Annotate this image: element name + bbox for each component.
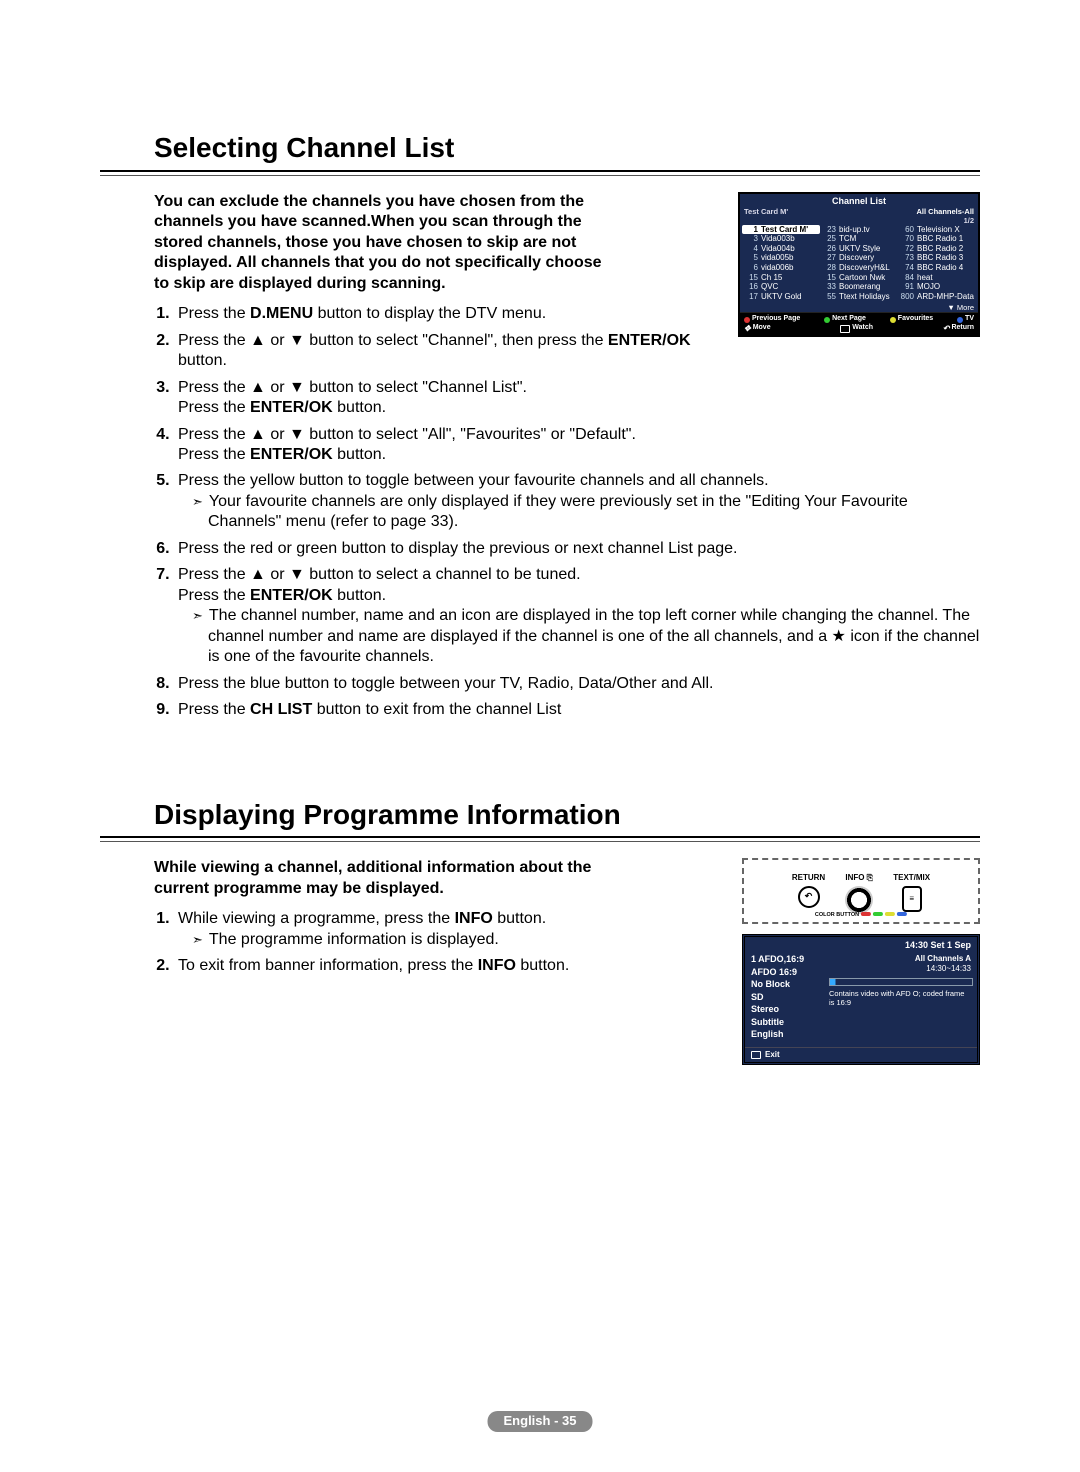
- step-7-note: The channel number, name and an icon are…: [194, 606, 980, 667]
- channel-row: 15Ch 15: [742, 273, 820, 283]
- rule-2: [100, 836, 980, 842]
- section1-intro: You can exclude the channels you have ch…: [154, 192, 604, 294]
- remote-diagram: RETURN ↶ INFO ⎘ TEXT/MIX ≡ COLOR BUTTON: [742, 858, 980, 923]
- channel-list-osd: Channel List Test Card M' All Channels-A…: [738, 192, 980, 338]
- section-title-2: Displaying Programme Information: [154, 797, 980, 833]
- rule: [100, 170, 980, 176]
- channel-row: 74BBC Radio 4: [898, 263, 976, 273]
- info-time: 14:30 Set 1 Sep: [745, 937, 977, 955]
- remote-textmix-label: TEXT/MIX: [893, 873, 930, 883]
- return-icon: ↶: [798, 886, 820, 908]
- channel-row: 800ARD-MHP-Data: [898, 292, 976, 302]
- channel-row: 70BBC Radio 1: [898, 234, 976, 244]
- osd-subleft: Test Card M': [744, 207, 788, 216]
- osd-more: ▼ More: [740, 303, 978, 312]
- channel-row: 60Television X: [898, 225, 976, 235]
- osd-subright: All Channels-All: [916, 207, 974, 216]
- info-desc: Contains video with AFD O; coded frame i…: [829, 989, 971, 1008]
- section2-intro: While viewing a channel, additional info…: [154, 858, 604, 899]
- channel-row: 27Discovery: [820, 253, 898, 263]
- channel-row: 84heat: [898, 273, 976, 283]
- osd-columns: 1Test Card M'3Vida003b4Vida004b5vida005b…: [740, 225, 978, 304]
- info-exit: Exit: [745, 1047, 977, 1062]
- step-7: Press the ▲ or ▼ button to select a chan…: [174, 565, 980, 667]
- channel-row: 16QVC: [742, 282, 820, 292]
- info-left-line: Subtitle: [751, 1017, 821, 1029]
- channel-row: 28DiscoveryH&L: [820, 263, 898, 273]
- channel-row: 15Cartoon Nwk: [820, 273, 898, 283]
- channel-row: 3Vida003b: [742, 234, 820, 244]
- nav-icon: [845, 886, 873, 914]
- channel-row: 25TCM: [820, 234, 898, 244]
- channel-row: 6vida006b: [742, 263, 820, 273]
- osd-title: Channel List: [740, 194, 978, 207]
- info-left-line: SD: [751, 992, 821, 1004]
- info-left-line: 1 AFDO,16:9: [751, 954, 821, 966]
- channel-row: 72BBC Radio 2: [898, 244, 976, 254]
- page-footer: English - 35: [488, 1411, 593, 1432]
- channel-row: 91MOJO: [898, 282, 976, 292]
- step-3: Press the ▲ or ▼ button to select "Chann…: [174, 378, 980, 419]
- channel-row: 5vida005b: [742, 253, 820, 263]
- channel-row: 55Ttext Holidays: [820, 292, 898, 302]
- info-left-line: English: [751, 1029, 821, 1041]
- step-9: Press the CH LIST button to exit from th…: [174, 700, 980, 720]
- channel-row: 33Boomerang: [820, 282, 898, 292]
- textmix-icon: ≡: [902, 886, 922, 912]
- remote-return-label: RETURN: [792, 873, 825, 883]
- step-8: Press the blue button to toggle between …: [174, 674, 980, 694]
- channel-row: 23bid-up.tv: [820, 225, 898, 235]
- section1-steps: Press the D.MENU button to display the D…: [154, 304, 980, 720]
- progress-bar: [829, 978, 973, 986]
- channel-row: 17UKTV Gold: [742, 292, 820, 302]
- info-left-line: No Block: [751, 979, 821, 991]
- remote-info-label: INFO: [845, 873, 864, 882]
- info-right-time: 14:30~14:33: [829, 964, 971, 974]
- step-6: Press the red or green button to display…: [174, 539, 980, 559]
- info-left-line: AFDO 16:9: [751, 967, 821, 979]
- channel-row: 1Test Card M': [742, 225, 820, 235]
- step-4: Press the ▲ or ▼ button to select "All",…: [174, 425, 980, 466]
- programme-info-osd: 14:30 Set 1 Sep 1 AFDO,16:9AFDO 16:9No B…: [742, 934, 980, 1065]
- channel-row: 26UKTV Style: [820, 244, 898, 254]
- info-left-line: Stereo: [751, 1004, 821, 1016]
- osd-page: 1/2: [964, 216, 974, 225]
- step-5: Press the yellow button to toggle betwee…: [174, 471, 980, 532]
- color-buttons-label: COLOR BUTTON: [815, 912, 907, 919]
- step-5-note: Your favourite channels are only display…: [194, 492, 980, 533]
- osd-legend: Previous Page Next Page Favourites TV ✥M…: [740, 312, 978, 335]
- info-right-title: All Channels A: [829, 954, 971, 964]
- section-title-1: Selecting Channel List: [154, 130, 980, 166]
- info-figure: RETURN ↶ INFO ⎘ TEXT/MIX ≡ COLOR BUTTON …: [742, 858, 980, 1065]
- channel-row: 4Vida004b: [742, 244, 820, 254]
- channel-row: 73BBC Radio 3: [898, 253, 976, 263]
